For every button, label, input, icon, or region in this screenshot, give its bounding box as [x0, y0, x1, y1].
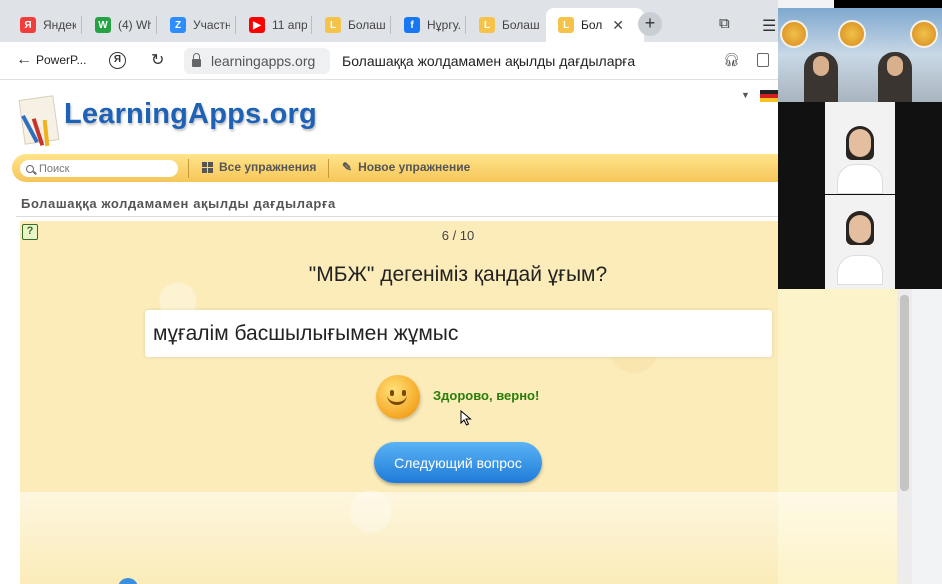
video-feed-main [778, 8, 942, 102]
exercise-area-right [778, 289, 897, 584]
lock-icon [192, 53, 201, 67]
learningapps-icon: L [479, 17, 495, 33]
tab-separator [235, 16, 236, 34]
youtube-icon: ▶ [249, 17, 265, 33]
tab-2[interactable]: W (4) Wh [83, 8, 151, 42]
url-text: learningapps.org [211, 53, 316, 69]
search-box [20, 160, 178, 177]
nav-all-exercises[interactable]: Все упражнения [202, 160, 316, 174]
emblem-icon [780, 20, 808, 48]
tab-separator [465, 16, 466, 34]
page-title: Болашаққа жолдамамен ақылды дағдыларға [342, 53, 636, 69]
site-navbar: Все упражнения ✎ Новое упражнение [12, 154, 778, 182]
search-icon [26, 164, 34, 173]
nav-divider [328, 159, 329, 178]
smiley-icon [376, 375, 420, 419]
tab-label: (4) Wh [118, 18, 151, 32]
site-logo[interactable]: LearningApps.org [64, 98, 317, 131]
tab-separator [390, 16, 391, 34]
video-feed-participant [825, 195, 895, 289]
nav-divider [188, 159, 189, 178]
emblem-icon [838, 20, 866, 48]
headphones-icon[interactable]: 🎧︎ [723, 52, 740, 68]
back-label: PowerP... [36, 53, 87, 67]
tab-8[interactable]: L Бол ✕ [546, 8, 644, 42]
video-feed-participant [825, 102, 895, 194]
mouse-cursor-icon [460, 410, 472, 426]
bookmarks-icon[interactable]: ⧉ [719, 15, 730, 32]
tab-separator [81, 16, 82, 34]
grid-icon [202, 161, 213, 173]
learningapps-icon: L [325, 17, 341, 33]
tab-label: Болаш [502, 18, 539, 32]
zoom-icon: Z [170, 17, 186, 33]
tab-6[interactable]: f Нұргул [392, 8, 460, 42]
scrollbar-thumb[interactable] [900, 295, 909, 491]
tab-separator [156, 16, 157, 34]
tab-5[interactable]: L Болаш [313, 8, 385, 42]
participant-figure [804, 52, 838, 102]
question-progress: 6 / 10 [441, 228, 475, 243]
back-button[interactable]: ← PowerP... [16, 51, 86, 69]
reader-mode-icon[interactable] [757, 53, 769, 67]
tab-label: Болаш [348, 18, 385, 32]
next-question-button[interactable]: Следующий вопрос [374, 442, 542, 483]
logo-decoration-icon [18, 95, 60, 147]
tab-label: Бол [581, 18, 603, 32]
nav-new-label: Новое упражнение [358, 160, 471, 174]
yandex-icon: Я [20, 17, 36, 33]
reload-icon[interactable]: ↻ [151, 50, 164, 70]
tab-label: Яндек [43, 18, 76, 32]
tab-label: 11 апр [272, 18, 307, 32]
language-flag-icon[interactable] [760, 90, 778, 102]
tab-label: Нұргул [427, 18, 460, 32]
participant-figure [878, 52, 912, 102]
nav-all-label: Все упражнения [219, 160, 317, 174]
tab-7[interactable]: L Болаш [467, 8, 539, 42]
yandex-button[interactable]: Я [109, 52, 126, 69]
exercise-title: Болашаққа жолдамамен ақылды дағдыларға [21, 196, 336, 211]
emblem-icon [910, 20, 938, 48]
new-tab-button[interactable]: + [638, 12, 662, 36]
facebook-icon: f [404, 17, 420, 33]
feedback-text: Здорово, верно! [433, 388, 540, 403]
question-text: "МБЖ" дегеніміз қандай ұғым? [308, 263, 608, 286]
url-field[interactable]: learningapps.org [184, 48, 330, 74]
tab-label: Участн [193, 18, 230, 32]
address-bar: ← PowerP... Я ↻ learningapps.org Болашақ… [0, 42, 778, 80]
search-input[interactable] [39, 162, 169, 175]
arrow-left-icon: ← [16, 51, 32, 68]
pencil-icon: ✎ [342, 160, 353, 174]
smiley-mouth [387, 394, 407, 405]
help-icon[interactable]: ? [22, 224, 38, 240]
title-divider [16, 216, 778, 217]
nav-new-exercise[interactable]: ✎ Новое упражнение [342, 160, 470, 174]
whatsapp-icon: W [95, 17, 111, 33]
answer-field[interactable]: мұғалім басшылығымен жұмыс [145, 310, 772, 357]
tab-4[interactable]: ▶ 11 апр [237, 8, 307, 42]
learningapps-icon: L [558, 17, 574, 33]
tab-3[interactable]: Z Участн [158, 8, 230, 42]
tab-1[interactable]: Я Яндек [8, 8, 76, 42]
tab-separator [311, 16, 312, 34]
screen: Я Яндек W (4) Wh Z Участн ▶ 11 апр L Болаш f Нұргул… [0, 0, 942, 584]
menu-icon[interactable]: ☰ [762, 16, 776, 36]
close-tab-icon[interactable]: ✕ [612, 17, 624, 34]
chevron-down-icon[interactable]: ▼ [741, 90, 750, 100]
